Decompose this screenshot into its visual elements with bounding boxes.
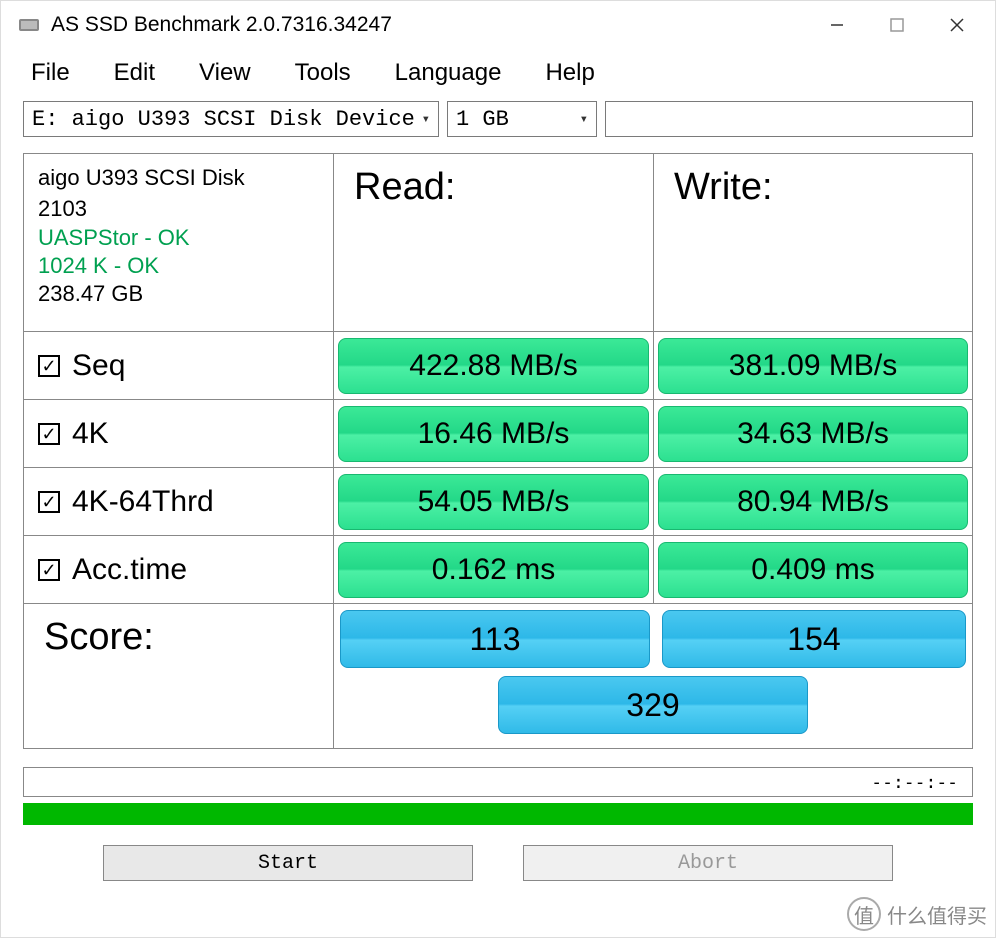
info-field	[605, 101, 973, 137]
button-row: Start Abort	[1, 845, 995, 881]
4k64-read-value: 54.05 MB/s	[338, 474, 649, 530]
progress-fill	[23, 803, 973, 825]
4k-write-value: 34.63 MB/s	[658, 406, 968, 462]
chevron-down-icon: ▾	[414, 111, 430, 128]
score-label: Score:	[24, 604, 334, 676]
write-header: Write:	[654, 154, 972, 331]
watermark-text: 什么值得买	[887, 900, 987, 929]
4k-read-value: 16.46 MB/s	[338, 406, 649, 462]
results-grid: aigo U393 SCSI Disk 2103 UASPStor - OK 1…	[23, 153, 973, 749]
window-title: AS SSD Benchmark 2.0.7316.34247	[51, 13, 807, 37]
device-name: aigo U393 SCSI Disk	[38, 164, 245, 193]
device-capacity: 238.47 GB	[38, 281, 143, 307]
device-alignment: 1024 K - OK	[38, 253, 159, 279]
seq-checkbox[interactable]: ✓	[38, 355, 60, 377]
control-row: E: aigo U393 SCSI Disk Device ▾ 1 GB ▾	[1, 101, 995, 145]
score-write: 154	[662, 610, 966, 668]
app-window: AS SSD Benchmark 2.0.7316.34247 File Edi…	[0, 0, 996, 938]
acc-row: ✓ Acc.time 0.162 ms 0.409 ms	[24, 536, 972, 604]
start-button[interactable]: Start	[103, 845, 473, 881]
acc-label: Acc.time	[72, 553, 187, 587]
seq-label: Seq	[72, 349, 125, 383]
abort-button: Abort	[523, 845, 893, 881]
drive-select-value: E: aigo U393 SCSI Disk Device	[32, 107, 414, 132]
progress-time: --:--:--	[871, 772, 958, 793]
score-block: Score: 113 154 329	[24, 604, 972, 749]
maximize-button[interactable]	[867, 5, 927, 45]
app-icon	[17, 13, 41, 37]
titlebar: AS SSD Benchmark 2.0.7316.34247	[1, 1, 995, 49]
progress-bar: --:--:--	[23, 767, 973, 797]
menu-edit[interactable]: Edit	[114, 59, 155, 87]
watermark-icon: 值	[847, 897, 881, 931]
acc-read-value: 0.162 ms	[338, 542, 649, 598]
4k64-write-value: 80.94 MB/s	[658, 474, 968, 530]
watermark: 值 什么值得买	[847, 897, 987, 931]
header-row: aigo U393 SCSI Disk 2103 UASPStor - OK 1…	[24, 154, 972, 332]
seq-read-value: 422.88 MB/s	[338, 338, 649, 394]
menu-help[interactable]: Help	[545, 59, 594, 87]
4k64-row: ✓ 4K-64Thrd 54.05 MB/s 80.94 MB/s	[24, 468, 972, 536]
window-controls	[807, 5, 987, 45]
seq-write-value: 381.09 MB/s	[658, 338, 968, 394]
seq-row: ✓ Seq 422.88 MB/s 381.09 MB/s	[24, 332, 972, 400]
menubar: File Edit View Tools Language Help	[1, 49, 995, 101]
acc-checkbox[interactable]: ✓	[38, 559, 60, 581]
device-driver: UASPStor - OK	[38, 225, 190, 251]
4k-label: 4K	[72, 417, 109, 451]
device-info-cell: aigo U393 SCSI Disk 2103 UASPStor - OK 1…	[24, 154, 334, 331]
menu-file[interactable]: File	[31, 59, 70, 87]
minimize-button[interactable]	[807, 5, 867, 45]
drive-select[interactable]: E: aigo U393 SCSI Disk Device ▾	[23, 101, 439, 137]
size-select[interactable]: 1 GB ▾	[447, 101, 597, 137]
4k64-label: 4K-64Thrd	[72, 485, 214, 519]
4k64-checkbox[interactable]: ✓	[38, 491, 60, 513]
size-select-value: 1 GB	[456, 107, 572, 132]
device-firmware: 2103	[38, 195, 87, 224]
acc-write-value: 0.409 ms	[658, 542, 968, 598]
score-read: 113	[340, 610, 650, 668]
read-header: Read:	[334, 154, 654, 331]
chevron-down-icon: ▾	[572, 111, 588, 128]
progress-area: --:--:--	[23, 767, 973, 825]
menu-view[interactable]: View	[199, 59, 251, 87]
score-total: 329	[498, 676, 808, 734]
close-button[interactable]	[927, 5, 987, 45]
4k-row: ✓ 4K 16.46 MB/s 34.63 MB/s	[24, 400, 972, 468]
menu-tools[interactable]: Tools	[295, 59, 351, 87]
4k-checkbox[interactable]: ✓	[38, 423, 60, 445]
menu-language[interactable]: Language	[395, 59, 502, 87]
